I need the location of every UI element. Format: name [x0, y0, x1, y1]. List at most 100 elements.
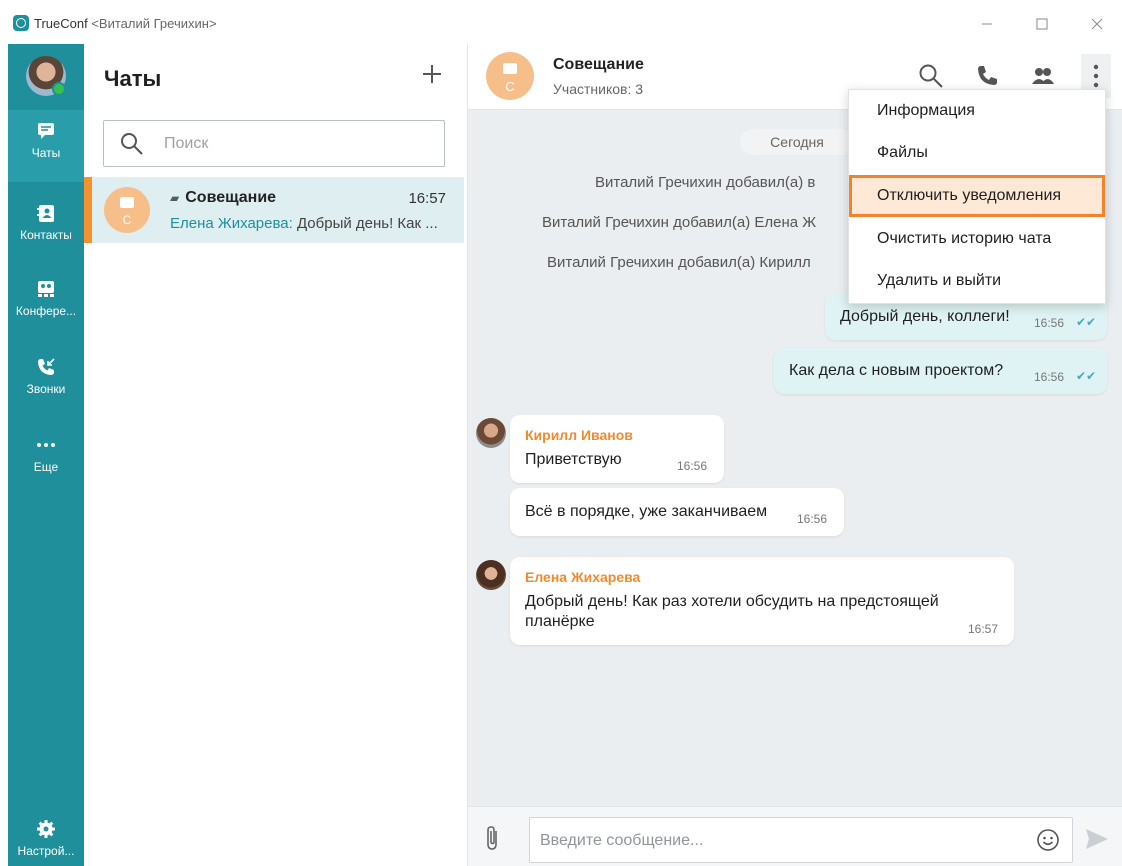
- rail-item-settings[interactable]: Настрой...: [8, 804, 84, 866]
- people-icon: [1032, 68, 1054, 84]
- app-name: TrueConf: [34, 16, 88, 31]
- message-time: 16:56: [1034, 370, 1065, 384]
- group-chat-icon: [120, 197, 134, 208]
- conference-icon: [38, 281, 54, 297]
- rail-label: Контакты: [20, 228, 72, 242]
- contacts-icon: [37, 205, 54, 222]
- message-time: 16:56: [1034, 316, 1065, 330]
- close-button[interactable]: [1083, 10, 1111, 38]
- incoming-message[interactable]: Елена Жихарева Добрый день! Как раз хоте…: [510, 557, 1014, 645]
- system-message: Виталий Гречихин добавил(а) Кирилл: [547, 254, 811, 271]
- message-text: Как дела с новым проектом?: [789, 362, 1004, 379]
- window-title: TrueConf <Виталий Гречихин>: [34, 16, 217, 31]
- message-time: 16:56: [797, 512, 828, 526]
- more-dots-icon: [37, 443, 55, 447]
- rail-label: Звонки: [26, 382, 66, 396]
- chat-time: 16:57: [408, 190, 446, 207]
- message-input[interactable]: [540, 829, 1020, 853]
- message-text: Всё в порядке, уже заканчиваем: [525, 503, 768, 520]
- sender-name: Елена Жихарева: [525, 569, 641, 585]
- rail-label: Еще: [33, 460, 59, 474]
- rail-item-conferences[interactable]: Конфере...: [8, 268, 84, 340]
- nav-rail: Чаты Контакты Конфере... Звонки Еще Наст…: [8, 44, 84, 866]
- chat-options-menu: Информация Файлы Отключить уведомления О…: [848, 89, 1106, 304]
- attach-button[interactable]: [486, 825, 500, 856]
- search-icon: [121, 133, 143, 155]
- message-composer: [468, 806, 1122, 866]
- search-icon: [919, 64, 943, 88]
- message-time: 16:57: [968, 622, 999, 636]
- avatar-letter: С: [122, 213, 132, 227]
- paperclip-icon: [487, 826, 497, 850]
- chat-list-title: Чаты: [104, 66, 162, 91]
- chat-name: ▰ Совещание: [170, 189, 276, 207]
- rail-item-calls[interactable]: Звонки: [8, 346, 84, 418]
- incoming-message[interactable]: Всё в порядке, уже заканчиваем 16:56: [510, 488, 844, 536]
- chat-preview: Елена Жихарева: Добрый день! Как ...: [170, 215, 450, 232]
- plus-icon: [423, 65, 441, 83]
- avatar-letter: С: [505, 79, 515, 94]
- calls-icon: [38, 358, 55, 375]
- rail-label: Чаты: [31, 146, 61, 160]
- message-text: Добрый день, коллеги!: [840, 308, 1010, 325]
- message-field[interactable]: [529, 817, 1073, 863]
- chat-icon: [38, 123, 54, 139]
- rail-item-chats[interactable]: Чаты: [8, 110, 84, 182]
- emoji-icon[interactable]: [1036, 828, 1060, 852]
- group-chat-icon: ▰: [170, 191, 180, 205]
- sender-name: Кирилл Иванов: [525, 427, 633, 443]
- participants-count: Участников: 3: [553, 81, 644, 97]
- call-button[interactable]: [972, 61, 1002, 91]
- menu-item-delete-and-leave[interactable]: Удалить и выйти: [849, 260, 1105, 302]
- chat-list-panel: Чаты С ▰ Совещание 16:57 Елена Жихарева: …: [84, 44, 468, 866]
- maximize-button[interactable]: [1028, 10, 1056, 38]
- read-checkmark-icon: ✔✔: [1076, 315, 1097, 329]
- menu-item-files[interactable]: Файлы: [849, 132, 1105, 174]
- system-message: Виталий Гречихин добавил(а) в: [595, 174, 816, 191]
- rail-label: Конфере...: [15, 304, 77, 318]
- close-icon: [1091, 18, 1103, 30]
- trueconf-logo-icon: [13, 15, 29, 31]
- preview-text: Добрый день! Как ...: [292, 215, 438, 232]
- send-icon: [1086, 829, 1108, 849]
- minimize-icon: [982, 23, 992, 25]
- message-text-line1: Добрый день! Как раз хотели обсудить на …: [525, 593, 939, 610]
- conversation-avatar[interactable]: С: [486, 52, 534, 100]
- minimize-button[interactable]: [973, 10, 1001, 38]
- search-in-chat-button[interactable]: [916, 61, 946, 91]
- sender-avatar[interactable]: [476, 418, 506, 448]
- kebab-menu-icon: [1093, 64, 1099, 88]
- maximize-icon: [1036, 18, 1048, 30]
- menu-item-mute-notifications[interactable]: Отключить уведомления: [849, 175, 1105, 217]
- selected-indicator: [84, 177, 92, 243]
- date-divider: Сегодня: [740, 129, 854, 155]
- menu-item-clear-history[interactable]: Очистить историю чата: [849, 218, 1105, 260]
- participants-button[interactable]: [1028, 61, 1058, 91]
- rail-item-more[interactable]: Еще: [8, 424, 84, 496]
- message-text: Приветствую: [525, 451, 622, 468]
- phone-icon: [978, 66, 997, 85]
- message-text-line2: планёрке: [525, 613, 595, 630]
- outgoing-message[interactable]: Как дела с новым проектом? 16:56 ✔✔: [774, 348, 1107, 394]
- gear-icon: [37, 820, 55, 838]
- new-chat-button[interactable]: [418, 60, 446, 88]
- menu-item-info[interactable]: Информация: [849, 90, 1105, 132]
- rail-label: Настрой...: [17, 844, 75, 858]
- group-chat-icon: [503, 63, 517, 74]
- search-box[interactable]: [103, 120, 445, 167]
- incoming-message[interactable]: Кирилл Иванов Приветствую 16:56: [510, 415, 724, 483]
- read-checkmark-icon: ✔✔: [1076, 369, 1097, 383]
- online-status-indicator: [52, 82, 66, 96]
- sender-avatar[interactable]: [476, 560, 506, 590]
- chat-name-text: Совещание: [185, 189, 277, 206]
- window-titlebar: TrueConf <Виталий Гречихин>: [0, 0, 1122, 44]
- conversation-title: Совещание: [553, 56, 644, 73]
- chat-list-item[interactable]: С ▰ Совещание 16:57 Елена Жихарева: Добры…: [84, 177, 464, 243]
- search-input[interactable]: [164, 133, 424, 155]
- window-user: <Виталий Гречихин>: [91, 16, 217, 31]
- system-message: Виталий Гречихин добавил(а) Елена Ж: [542, 214, 817, 231]
- rail-item-contacts[interactable]: Контакты: [8, 192, 84, 264]
- send-button[interactable]: [1084, 827, 1110, 856]
- preview-author: Елена Жихарева:: [170, 215, 293, 232]
- group-chat-avatar: С: [104, 187, 150, 233]
